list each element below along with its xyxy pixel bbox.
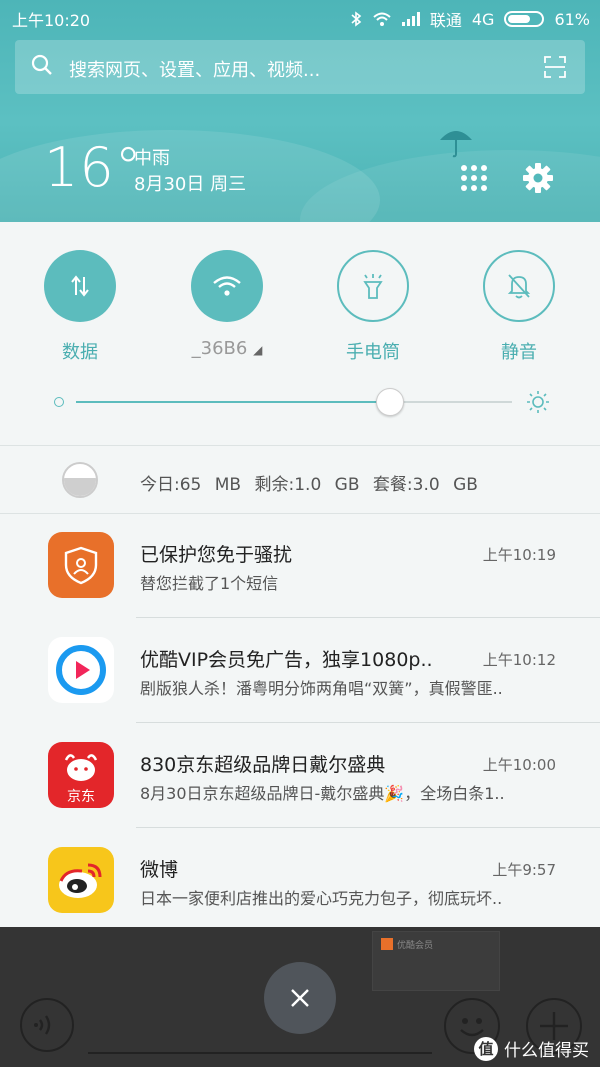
notification-title: 微博 [140, 859, 179, 881]
notification-title: 已保护您免于骚扰 [140, 544, 293, 566]
brightness-track [76, 388, 512, 416]
brightness-slider[interactable] [50, 388, 550, 418]
umbrella-icon [440, 131, 472, 158]
notification-item[interactable]: 优酷VIP会员免广告，独享1080p.. 剧版狼人杀！潘粤明分饰两角唱“双簧”，… [0, 619, 600, 723]
battery-percent: 61% [554, 9, 590, 29]
notification-header: 上午10:20 联通 4G 61% 搜索网页、设置、应用、视频... 16° 中… [0, 0, 600, 222]
voice-icon [20, 998, 74, 1052]
scan-icon[interactable] [543, 55, 567, 79]
toggle-wifi[interactable]: _36B6 ◢ [167, 250, 287, 359]
watermark-text: 什么值得买 [504, 1041, 589, 1061]
data-usage-text: 今日:65 MB 剩余:1.0 GB 套餐:3.0 GB [140, 475, 478, 495]
notification-list: 已保护您免于骚扰 替您拦截了1个短信 上午10:19 优酷VIP会员免广告，独享… [0, 513, 600, 927]
data-usage-row[interactable]: 今日:65 MB 剩余:1.0 GB 套餐:3.0 GB [0, 445, 600, 513]
carrier-label: 联通 [429, 11, 462, 30]
jd-app-icon: 京东 [48, 742, 114, 808]
search-bar[interactable]: 搜索网页、设置、应用、视频... [15, 40, 585, 94]
weather-date: 8月30日 周三 [134, 174, 247, 195]
search-placeholder: 搜索网页、设置、应用、视频... [69, 60, 321, 81]
toggle-label-wifi: _36B6 [191, 338, 248, 359]
bell-mute-icon [507, 274, 531, 299]
notification-time: 上午10:12 [482, 651, 556, 669]
notification-time: 上午9:57 [492, 861, 556, 879]
input-underline [88, 1052, 432, 1054]
close-button[interactable] [264, 962, 336, 1034]
wifi-icon [213, 276, 241, 296]
youku-app-icon [48, 637, 114, 703]
notification-body: 8月30日京东超级品牌日-戴尔盛典🎉，全场白条1.. [140, 784, 505, 803]
data-gauge-icon [62, 462, 98, 498]
toggle-mute[interactable]: 静音 [459, 250, 579, 364]
notification-time: 上午10:19 [482, 546, 556, 564]
quick-settings-panel: 数据 _36B6 ◢ 手电筒 静音 [0, 222, 600, 445]
brightness-high-icon [527, 391, 549, 413]
notification-body: 替您拦截了1个短信 [140, 574, 279, 593]
brightness-fill [76, 401, 390, 403]
search-icon [31, 54, 52, 75]
battery-icon [504, 11, 545, 27]
wifi-expand-icon[interactable]: ◢ [253, 343, 262, 357]
jd-icon-text: 京东 [67, 789, 95, 805]
toggle-label-flashlight: 手电筒 [346, 342, 400, 363]
status-time: 上午10:20 [12, 11, 91, 30]
data-arrows-icon [71, 275, 89, 297]
divider [136, 827, 600, 828]
cell-signal-icon [401, 12, 420, 26]
toggle-data[interactable]: 数据 [20, 250, 140, 364]
watermark-logo: 值 [474, 1036, 498, 1061]
weibo-app-icon [48, 847, 114, 913]
notification-item[interactable]: 已保护您免于骚扰 替您拦截了1个短信 上午10:19 [0, 514, 600, 618]
notification-item[interactable]: 京东 830京东超级品牌日戴尔盛典 8月30日京东超级品牌日-戴尔盛典🎉，全场白… [0, 724, 600, 828]
status-bar: 上午10:20 联通 4G 61% [0, 0, 600, 34]
brightness-thumb[interactable] [376, 388, 404, 416]
toggle-flashlight[interactable]: 手电筒 [313, 250, 433, 364]
temperature: 16° [44, 136, 143, 199]
notification-title: 优酷VIP会员免广告，独享1080p.. [140, 649, 433, 671]
network-type: 4G [471, 9, 495, 29]
notification-body: 日本一家便利店推出的爱心巧克力包子，彻底玩坏.. [140, 889, 503, 908]
toggle-label-mute: 静音 [501, 342, 537, 363]
wifi-signal-icon [373, 12, 391, 26]
divider [136, 722, 600, 723]
background-card: 优酷会员 [372, 931, 500, 991]
flashlight-icon [363, 274, 383, 299]
close-icon [291, 989, 309, 1007]
brightness-low-icon [54, 397, 64, 407]
background-card-text: 优酷会员 [397, 941, 434, 951]
bluetooth-icon [351, 11, 362, 27]
notification-item[interactable]: 微博 日本一家便利店推出的爱心巧克力包子，彻底玩坏.. 上午9:57 [0, 829, 600, 933]
gear-icon[interactable] [522, 162, 554, 194]
security-shield-icon [48, 532, 114, 598]
notification-title: 830京东超级品牌日戴尔盛典 [140, 754, 386, 776]
app-grid-icon[interactable] [460, 164, 488, 192]
toggle-label-data: 数据 [62, 342, 98, 363]
notification-time: 上午10:00 [482, 756, 556, 774]
weather-condition: 中雨 [134, 148, 170, 169]
notification-body: 剧版狼人杀！潘粤明分饰两角唱“双簧”，真假警匪.. [140, 679, 503, 698]
watermark: 值 什么值得买 [474, 1036, 589, 1061]
divider [136, 617, 600, 618]
